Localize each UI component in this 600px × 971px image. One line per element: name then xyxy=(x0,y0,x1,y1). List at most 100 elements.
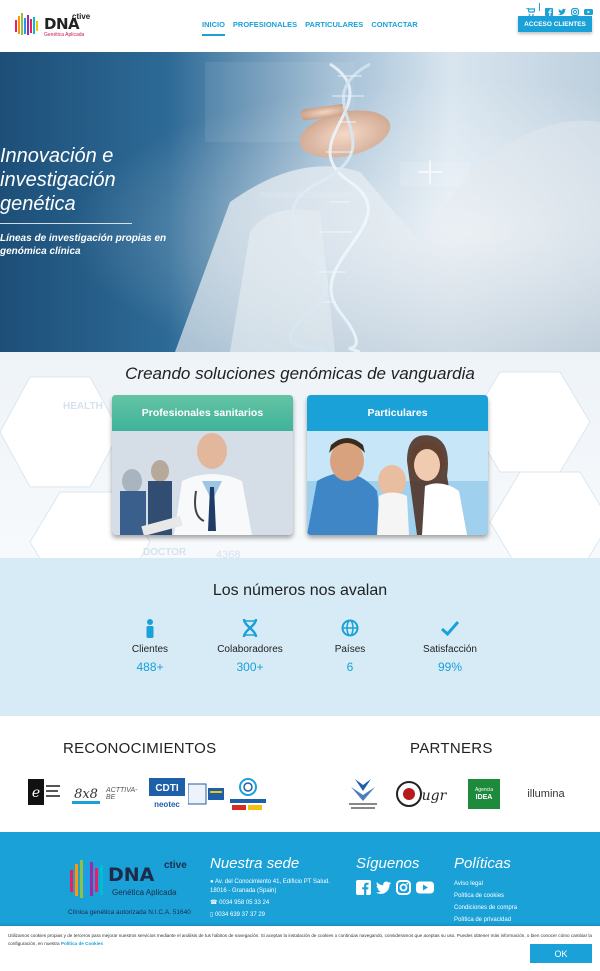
cookie-banner: Utilizamos cookies propias y de terceros… xyxy=(0,926,600,971)
stat-clients-label: Clientes xyxy=(131,644,169,655)
brand-logo[interactable]: DNA ctive Genética Aplicada xyxy=(14,10,104,42)
stat-satisfaction: Satisfacción 99% xyxy=(400,618,500,674)
solutions-heading: Creando soluciones genómicas de vanguard… xyxy=(125,364,475,383)
hero-title: Innovación e investigación genética xyxy=(0,145,116,215)
site-header: DNA ctive Genética Aplicada INICIO PROFE… xyxy=(0,0,600,52)
policy-cookies-link[interactable]: Política de cookies xyxy=(454,890,517,902)
hq-heading: Nuestra sede xyxy=(210,855,300,872)
globe-icon xyxy=(341,619,359,637)
hq-phone-2-text: 0034 639 37 37 29 xyxy=(214,912,266,918)
logo-agencia-idea: Agencia IDEA xyxy=(467,778,501,810)
svg-text:Agencia: Agencia xyxy=(475,787,493,793)
logo-neotec-text: neotec xyxy=(154,800,180,809)
bg-word-doctor: DOCTOR xyxy=(143,547,187,558)
stat-collaborators-value: 300+ xyxy=(236,660,264,674)
card-professionals[interactable]: Profesionales sanitarios xyxy=(112,395,293,535)
brand-superscript: ctive xyxy=(72,12,91,21)
stat-countries-value: 6 xyxy=(346,660,354,674)
footer-dna-bars-icon xyxy=(70,860,103,898)
hq-phone-1[interactable]: ☎ 0034 958 05 33 24 xyxy=(210,899,340,908)
cart-icon[interactable] xyxy=(526,3,536,16)
card-individuals-title: Particulares xyxy=(367,407,428,419)
logo-ugr: ugr xyxy=(396,778,450,810)
hq-phone-2[interactable]: ▯ 0034 639 37 37 29 xyxy=(210,911,340,920)
clinic-authorization: Clínica genética autorizada N.I.C.A. 516… xyxy=(68,909,191,916)
header-icons xyxy=(526,3,593,17)
logo-illumina: illumina xyxy=(527,788,565,800)
youtube-icon[interactable] xyxy=(416,880,434,895)
hero-subtitle: Líneas de investigación propias en genóm… xyxy=(0,233,167,257)
policy-legal-link[interactable]: Aviso legal xyxy=(454,878,517,890)
footer-brand-name: DNA xyxy=(108,864,155,886)
facebook-icon[interactable] xyxy=(545,3,553,16)
nav-item-inicio[interactable]: INICIO xyxy=(202,20,225,36)
logo-ugr-text: ugr xyxy=(422,788,448,804)
page: DNA ctive Genética Aplicada INICIO PROFE… xyxy=(0,0,600,971)
stat-satisfaction-label: Satisfacción xyxy=(423,644,477,655)
policy-purchase-link[interactable]: Condiciones de compra xyxy=(454,902,517,914)
social-links xyxy=(356,880,434,895)
policies-list: Aviso legal Política de cookies Condicio… xyxy=(454,878,517,926)
logo-acttiva: ACTTIVA-BE xyxy=(106,787,138,801)
nav-item-profesionales[interactable]: PROFESIONALES xyxy=(233,20,297,36)
footer-brand-tagline: Genética Aplicada xyxy=(112,888,177,897)
twitter-icon[interactable] xyxy=(558,3,566,15)
numbers-section: Los números nos avalan Clientes 488+ Col… xyxy=(0,558,600,716)
logo-eibt: e xyxy=(26,778,62,810)
cookie-accept-button[interactable]: OK xyxy=(530,944,592,963)
stat-collaborators: Colaboradores 300+ xyxy=(200,618,300,674)
cookie-policy-link[interactable]: Política de Cookies xyxy=(61,941,103,946)
recognition-section: RECONOCIMIENTOS PARTNERS e 8x8 ACTTIVA-B… xyxy=(0,716,600,832)
nav-item-particulares[interactable]: PARTICULARES xyxy=(305,20,363,36)
phone-icon: ☎ xyxy=(210,900,220,906)
brand-tagline: Genética Aplicada xyxy=(44,32,85,38)
logo-8x8: 8x8 xyxy=(68,778,104,810)
solutions-section: HEALTH DOCTOR 4368 Creando soluciones ge… xyxy=(0,352,600,558)
eibt-logo-icon: e xyxy=(28,779,60,805)
stat-clients: Clientes 488+ xyxy=(100,618,200,674)
instagram-icon[interactable] xyxy=(396,880,411,895)
nav-item-contactar[interactable]: CONTACTAR xyxy=(371,20,417,36)
hero-rule xyxy=(0,223,132,224)
hq-address: ● Av. del Conocimiento 41, Edificio PT S… xyxy=(210,878,340,896)
svg-text:e: e xyxy=(32,785,40,801)
partners-heading: PARTNERS xyxy=(410,740,493,757)
doctor-photo xyxy=(112,431,293,535)
stat-collaborators-label: Colaboradores xyxy=(217,644,283,655)
card-individuals[interactable]: Particulares xyxy=(307,395,488,535)
dna-bars-icon xyxy=(15,13,38,35)
numbers-heading: Los números nos avalan xyxy=(212,582,388,599)
svg-text:IDEA: IDEA xyxy=(476,794,493,801)
dna-icon xyxy=(242,618,258,638)
policy-privacy-link[interactable]: Política de privacidad xyxy=(454,914,517,926)
youtube-icon[interactable] xyxy=(584,3,593,15)
instagram-icon[interactable] xyxy=(571,3,580,17)
cookie-message: Utilizamos cookies propias y de terceros… xyxy=(8,932,592,948)
footer-logo[interactable]: DNA ctive Genética Aplicada xyxy=(68,858,198,906)
hero-banner: Innovación e investigación genética Líne… xyxy=(0,52,600,352)
logo-pyme xyxy=(188,778,226,810)
hq-address-text: Av. del Conocimiento 41, Edificio PT Sal… xyxy=(210,879,331,894)
main-nav: INICIO PROFESIONALES PARTICULARES CONTAC… xyxy=(202,20,418,36)
follow-heading: Síguenos xyxy=(356,855,420,872)
footer-brand-superscript: ctive xyxy=(164,860,187,871)
checkmark-icon xyxy=(441,621,459,637)
hq-details: ● Av. del Conocimiento 41, Edificio PT S… xyxy=(210,878,340,923)
policies-heading: Políticas xyxy=(454,855,511,872)
bg-word-number: 4368 xyxy=(216,549,240,558)
client-access-button[interactable]: ACCESO CLIENTES xyxy=(518,16,592,32)
logo-cdti-text: CDTI xyxy=(155,783,179,794)
recognition-heading: RECONOCIMIENTOS xyxy=(63,740,217,757)
stat-countries-label: Países xyxy=(334,644,366,655)
person-icon xyxy=(146,619,154,638)
stat-countries: Países 6 xyxy=(300,618,400,674)
bg-word-health: HEALTH xyxy=(63,401,103,412)
stat-clients-value: 488+ xyxy=(136,660,164,674)
hq-phone-1-text: 0034 958 05 33 24 xyxy=(219,900,270,906)
header-divider xyxy=(539,3,540,11)
facebook-icon[interactable] xyxy=(356,880,371,895)
logo-8x8-text: 8x8 xyxy=(74,787,98,802)
logo-pts xyxy=(345,778,381,810)
twitter-icon[interactable] xyxy=(376,880,391,895)
logo-cdti-neotec: CDTI neotec xyxy=(148,778,186,810)
